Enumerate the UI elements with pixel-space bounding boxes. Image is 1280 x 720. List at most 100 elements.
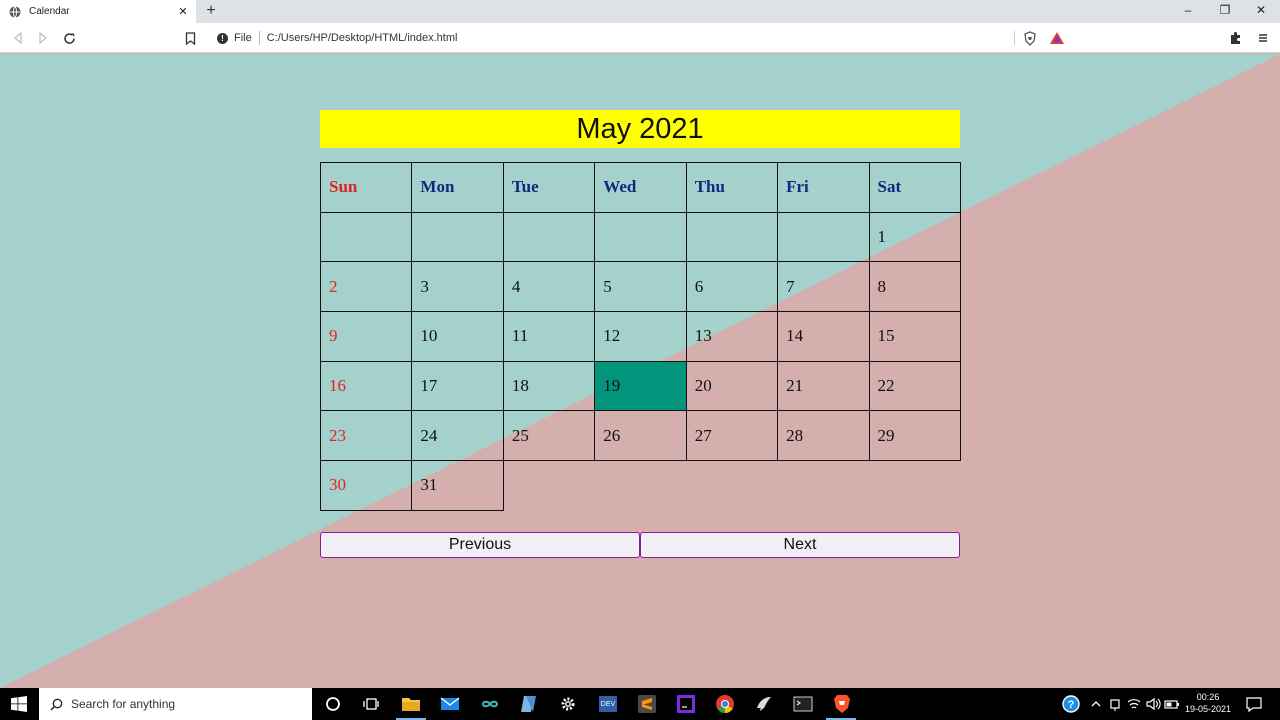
- day-cell: 5: [594, 261, 687, 313]
- day-cell: 23: [319, 410, 413, 462]
- menu-icon[interactable]: [1255, 30, 1271, 46]
- day-cell: 6: [685, 261, 779, 313]
- day-cell: 9: [319, 311, 413, 362]
- blank-cell: [503, 461, 594, 511]
- tab-title: Calendar: [29, 6, 70, 17]
- next-button[interactable]: Next: [640, 532, 960, 558]
- help-icon[interactable]: ?: [1059, 692, 1083, 716]
- weekday-header-wed: Wed: [594, 162, 687, 213]
- day-cell: 1: [868, 211, 961, 263]
- address-scheme: File: [234, 32, 252, 44]
- day-cell: 26: [594, 410, 687, 462]
- day-cell: 15: [868, 311, 961, 362]
- brave-rewards-icon[interactable]: [1049, 30, 1065, 46]
- info-icon[interactable]: !: [217, 32, 228, 44]
- mail-icon[interactable]: [438, 692, 462, 716]
- svg-text:DEV: DEV: [601, 701, 616, 708]
- day-cell: 10: [411, 311, 504, 362]
- page-content: May 2021 Sun Mon Tue Wed Thu Fri Sat 1 2…: [0, 54, 1280, 688]
- address-url[interactable]: C:/Users/HP/Desktop/HTML/index.html: [267, 32, 458, 44]
- day-cell: [502, 211, 596, 263]
- day-cell: 29: [868, 410, 961, 462]
- navigation-buttons: Previous Next: [320, 532, 960, 558]
- notifications-icon[interactable]: [1242, 692, 1266, 716]
- day-cell: [319, 211, 413, 263]
- globe-icon: [9, 5, 21, 18]
- week-row: 23 24 25 26 27 28 29: [319, 410, 961, 462]
- address-bar[interactable]: ! File C:/Users/HP/Desktop/HTML/index.ht…: [208, 27, 1072, 49]
- brave-shield-icon[interactable]: [1022, 30, 1038, 46]
- previous-button[interactable]: Previous: [320, 532, 640, 558]
- extensions-icon[interactable]: [1228, 30, 1244, 46]
- arduino-icon[interactable]: [478, 692, 502, 716]
- sublime-icon[interactable]: [635, 692, 659, 716]
- notepad-icon[interactable]: [517, 692, 541, 716]
- weekday-header-fri: Fri: [777, 162, 870, 213]
- tab-close-icon[interactable]: ✕: [176, 5, 190, 18]
- week-row: 30 31: [319, 460, 961, 511]
- day-cell: 3: [411, 261, 504, 313]
- day-cell: 12: [594, 311, 687, 362]
- windows-start-icon[interactable]: [0, 688, 38, 720]
- brave-icon[interactable]: [830, 692, 854, 716]
- terminal-icon[interactable]: [791, 692, 815, 716]
- task-view-icon[interactable]: [359, 692, 383, 716]
- day-cell: 31: [411, 460, 504, 511]
- svg-text:?: ?: [1068, 699, 1075, 711]
- inkscape-icon[interactable]: [752, 692, 776, 716]
- day-cell: 11: [502, 311, 596, 362]
- day-cell: 27: [685, 410, 779, 462]
- day-cell: 21: [777, 360, 870, 412]
- day-cell: 4: [502, 261, 596, 313]
- devc-icon[interactable]: DEV: [596, 692, 620, 716]
- maximize-button[interactable]: ❐: [1218, 3, 1232, 17]
- forward-icon[interactable]: [35, 30, 51, 46]
- browser-tab[interactable]: Calendar ✕: [0, 0, 196, 23]
- day-cell: 17: [411, 360, 504, 412]
- blank-cell: [686, 461, 777, 511]
- weekday-header-tue: Tue: [502, 162, 596, 213]
- bookmark-icon[interactable]: [182, 30, 198, 46]
- month-header: May 2021: [320, 110, 960, 148]
- address-right-separator: [1014, 31, 1015, 45]
- day-cell: 8: [868, 261, 961, 313]
- back-icon[interactable]: [10, 30, 26, 46]
- weekday-header-mon: Mon: [411, 162, 504, 213]
- blank-cell: [778, 461, 869, 511]
- weekday-header-sat: Sat: [868, 162, 961, 213]
- window-close-button[interactable]: ✕: [1254, 3, 1268, 17]
- taskbar-search-box[interactable]: Search for anything: [39, 688, 312, 720]
- day-cell: 2: [319, 261, 413, 313]
- settings-icon[interactable]: [556, 692, 580, 716]
- taskbar: Search for anything DEV ? 00:26 19-05-20…: [0, 688, 1280, 720]
- battery-icon[interactable]: [1160, 692, 1184, 716]
- taskbar-clock[interactable]: 00:26 19-05-2021: [1182, 691, 1234, 715]
- day-cell: [411, 211, 504, 263]
- day-cell: [685, 211, 779, 263]
- day-cell: 16: [319, 360, 413, 412]
- today-cell: 19: [594, 360, 687, 412]
- day-cell: [594, 211, 687, 263]
- cortana-icon[interactable]: [321, 692, 345, 716]
- day-cell: 20: [685, 360, 779, 412]
- week-row: 2 3 4 5 6 7 8: [319, 261, 961, 313]
- browser-toolbar: ! File C:/Users/HP/Desktop/HTML/index.ht…: [0, 23, 1280, 53]
- blank-cell: [869, 461, 960, 511]
- day-cell: 13: [685, 311, 779, 362]
- file-explorer-icon[interactable]: [399, 692, 423, 716]
- weekday-header-sun: Sun: [319, 162, 413, 213]
- week-row: 9 10 11 12 13 14 15: [319, 311, 961, 362]
- day-cell: 24: [411, 410, 504, 462]
- day-cell: 18: [502, 360, 596, 412]
- calendar-table: Sun Mon Tue Wed Thu Fri Sat 1 2 3 4 5 6 …: [319, 162, 961, 511]
- day-cell: 25: [502, 410, 596, 462]
- day-cell: 30: [319, 460, 413, 511]
- reload-icon[interactable]: [61, 30, 77, 46]
- new-tab-button[interactable]: +: [203, 2, 219, 20]
- search-icon: [50, 698, 63, 711]
- day-cell: 28: [777, 410, 870, 462]
- weekday-header-thu: Thu: [685, 162, 779, 213]
- minimize-button[interactable]: –: [1181, 3, 1195, 17]
- intellij-icon[interactable]: [674, 692, 698, 716]
- chrome-icon[interactable]: [713, 692, 737, 716]
